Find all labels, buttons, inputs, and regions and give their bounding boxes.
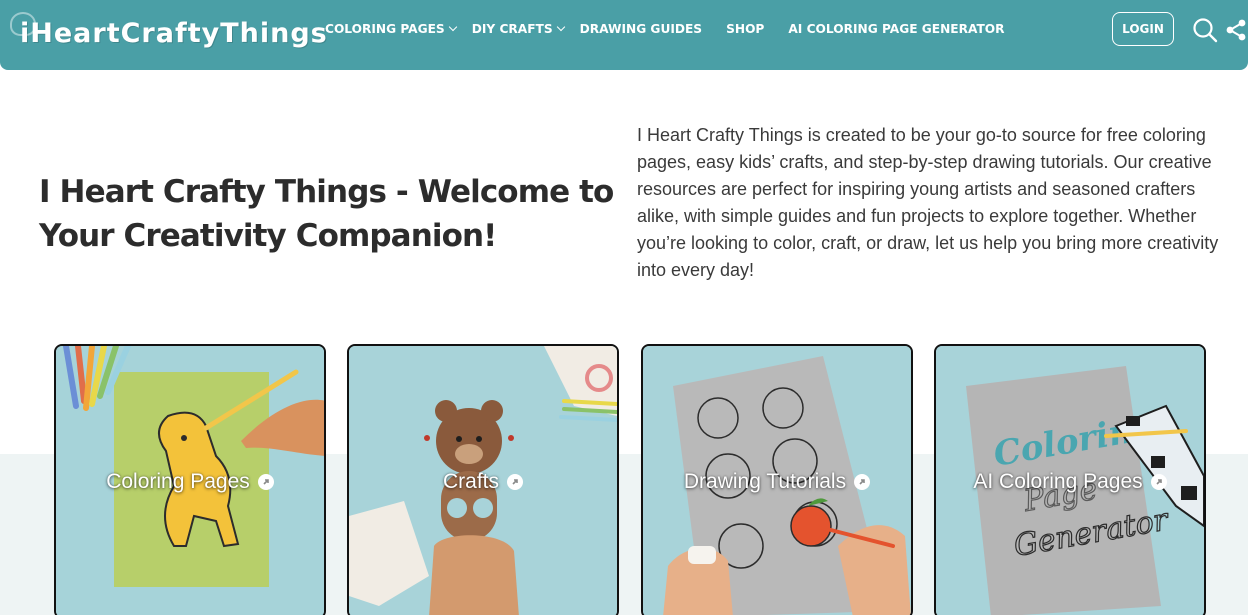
nav-diy-crafts-label: DIY CRAFTS	[471, 22, 553, 36]
card-title: AI Coloring Pages	[973, 470, 1143, 493]
external-link-icon	[854, 474, 871, 490]
chevron-down-icon	[556, 22, 565, 32]
card-drawing-tutorials[interactable]: Drawing Tutorials	[641, 344, 913, 615]
card-label-row: AI Coloring Pages	[936, 470, 1204, 494]
nav-drawing-guides[interactable]: DRAWING GUIDES	[580, 22, 702, 36]
site-logo[interactable]: iHeartCraftyThings	[10, 8, 328, 58]
intro-paragraph: I Heart Crafty Things is created to be y…	[637, 125, 1219, 280]
card-label-row: Crafts	[349, 470, 617, 494]
card-ai-coloring-pages[interactable]: Coloring Page Generator AI Coloring Page…	[934, 344, 1206, 615]
search-icon[interactable]	[1192, 17, 1218, 43]
nav-shop-label: SHOP	[726, 22, 765, 36]
card-label-row: Coloring Pages	[56, 470, 324, 494]
card-coloring-pages[interactable]: Coloring Pages	[54, 344, 326, 615]
card-label-row: Drawing Tutorials	[643, 470, 911, 494]
external-link-icon	[507, 474, 523, 490]
external-link-icon	[1150, 474, 1167, 490]
nav-drawing-guides-label: DRAWING GUIDES	[579, 22, 703, 36]
chevron-down-icon	[448, 22, 457, 32]
share-icon[interactable]	[1224, 18, 1248, 42]
site-header: iHeartCraftyThings COLORING PAGES DIY CR…	[0, 0, 1248, 70]
nav-coloring-pages-label: COLORING PAGES	[325, 22, 445, 36]
nav-ai-coloring-page-generator[interactable]: AI COLORING PAGE GENERATOR	[788, 22, 1004, 36]
nav-ai-generator-label: AI COLORING PAGE GENERATOR	[788, 22, 1005, 36]
external-link-icon	[257, 474, 274, 490]
login-button[interactable]: LOGIN	[1112, 12, 1174, 46]
nav-shop[interactable]: SHOP	[726, 22, 764, 36]
card-title: Drawing Tutorials	[683, 470, 847, 493]
card-crafts[interactable]: Crafts	[347, 344, 619, 615]
nav-diy-crafts[interactable]: DIY CRAFTS	[471, 22, 565, 36]
card-title: Crafts	[442, 470, 499, 493]
nav-coloring-pages[interactable]: COLORING PAGES	[325, 22, 457, 36]
logo-text: iHeartCraftyThings	[20, 17, 328, 49]
card-title: Coloring Pages	[106, 470, 250, 493]
main-nav: COLORING PAGES DIY CRAFTS DRAWING GUIDES…	[325, 20, 1029, 38]
page-title: I Heart Crafty Things - Welcome to Your …	[39, 174, 614, 254]
